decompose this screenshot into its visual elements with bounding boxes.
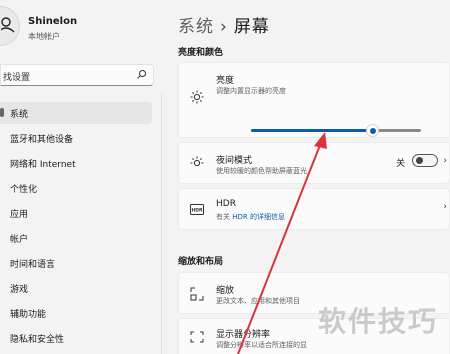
watermark: 软件技巧 (318, 305, 439, 338)
